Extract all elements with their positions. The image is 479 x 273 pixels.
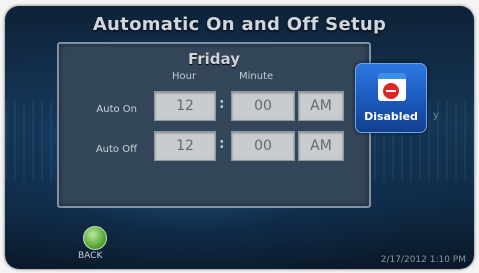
page-title: Automatic On and Off Setup xyxy=(92,14,387,35)
auto-on-ampm-field[interactable]: AM xyxy=(298,91,344,121)
touch-screen: Automatic On and Off Setup Friday Hour M… xyxy=(5,6,474,269)
partial-text: y xyxy=(433,110,439,121)
auto-off-colon: : xyxy=(219,136,225,152)
auto-on-colon: : xyxy=(219,96,225,112)
hour-column-header: Hour xyxy=(172,71,197,82)
schedule-panel: Friday Hour Minute Auto On 12 : 00 AM Au… xyxy=(57,42,371,208)
auto-off-minute-field[interactable]: 00 xyxy=(231,131,295,161)
minute-column-header: Minute xyxy=(239,71,274,82)
auto-off-label: Auto Off xyxy=(95,144,137,155)
no-entry-icon xyxy=(383,83,399,99)
datetime-display: 2/17/2012 1:10 PM xyxy=(380,255,466,265)
back-button-label[interactable]: BACK xyxy=(78,251,102,261)
back-icon[interactable] xyxy=(83,226,107,250)
auto-off-ampm-field[interactable]: AM xyxy=(298,131,344,161)
auto-off-hour-field[interactable]: 12 xyxy=(154,131,216,161)
disabled-button-label: Disabled xyxy=(364,110,418,123)
day-label: Friday xyxy=(187,50,240,68)
auto-on-label: Auto On xyxy=(96,104,137,115)
calendar-no-icon xyxy=(378,73,406,101)
auto-on-hour-field[interactable]: 12 xyxy=(154,91,216,121)
disabled-toggle-button[interactable]: Disabled xyxy=(355,63,427,133)
auto-on-minute-field[interactable]: 00 xyxy=(231,91,295,121)
